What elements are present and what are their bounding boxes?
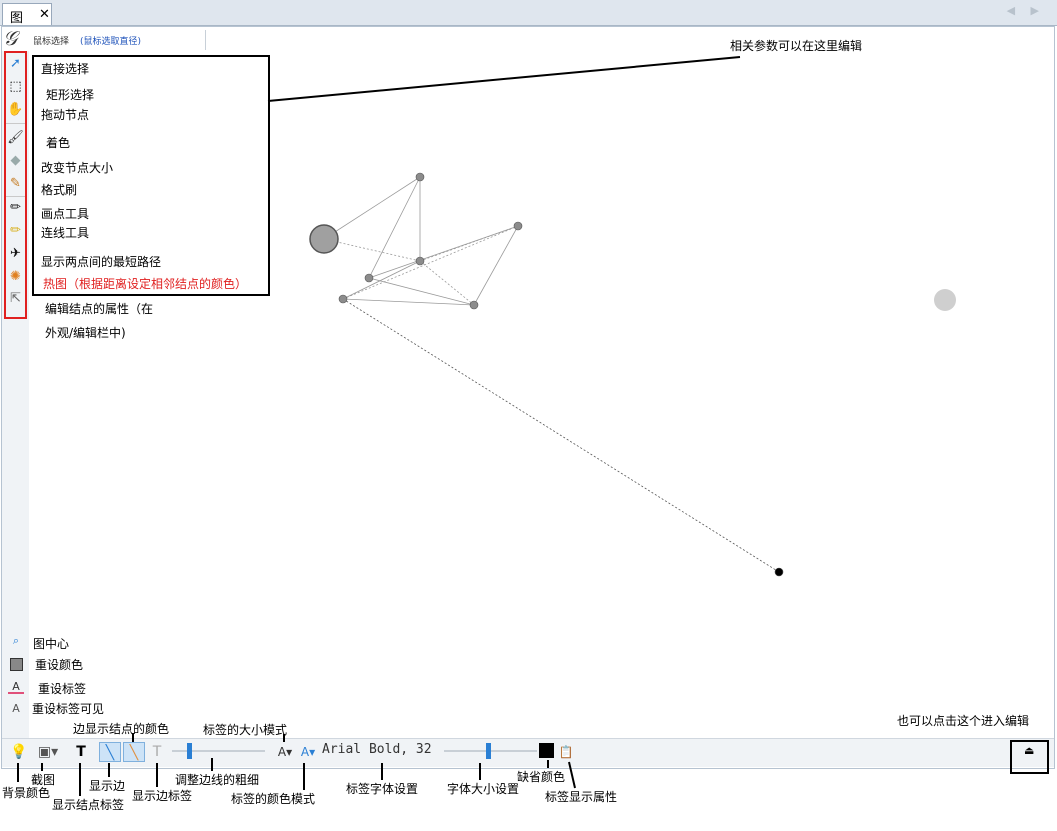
center-graph-icon[interactable]: ⌕: [8, 633, 24, 649]
annot-label-font: 标签字体设置: [346, 782, 419, 796]
graph-edge[interactable]: [323, 238, 421, 262]
annot-drag-node: 拖动节点: [41, 108, 90, 122]
font-size-thumb[interactable]: [486, 743, 491, 759]
reset-color-icon[interactable]: [8, 656, 24, 672]
graph-node-faded[interactable]: [934, 289, 956, 311]
graph-node-dark[interactable]: [774, 567, 784, 577]
annot-screenshot: 截图: [31, 773, 56, 787]
graph-node-large[interactable]: [309, 224, 339, 254]
reset-label-icon[interactable]: A: [8, 679, 24, 694]
graph-edge[interactable]: [342, 225, 519, 300]
graph-node[interactable]: [415, 256, 425, 266]
tab-nav-arrows-icon[interactable]: ◀ ▶: [1007, 4, 1045, 17]
show-node-labels-icon[interactable]: T: [71, 742, 91, 762]
label-font-setting[interactable]: Arial Bold, 32: [322, 742, 432, 757]
reset-label-visible-label: 重设标签可见: [32, 702, 105, 716]
annot-edit-props-2: 外观/编辑栏中): [45, 326, 126, 340]
expand-editor-icon[interactable]: ⏏: [1024, 744, 1034, 757]
show-edge-labels-icon[interactable]: T: [148, 742, 166, 762]
center-graph-label: 图中心: [33, 637, 70, 651]
annot-show-edge-labels: 显示边标签: [132, 789, 193, 803]
mouse-mode-label: 鼠标选择: [33, 37, 70, 47]
screenshot-camera-icon[interactable]: ▣▾: [33, 742, 63, 762]
graph-node[interactable]: [469, 300, 479, 310]
annot-show-edges: 显示边: [89, 779, 126, 793]
annot-paint: 着色: [46, 136, 71, 150]
annot-direct-select: 直接选择: [41, 62, 90, 76]
graph-node[interactable]: [415, 172, 425, 182]
callout-click-to-edit: 也可以点击这个进入编辑: [897, 714, 1030, 728]
graph-node[interactable]: [364, 273, 374, 283]
annot-format-brush: 格式刷: [41, 183, 78, 197]
annot-rect-select: 矩形选择: [46, 88, 95, 102]
annot-edge-node-color: 边显示结点的颜色: [73, 722, 170, 736]
annot-edge-thickness: 调整边线的粗细: [175, 773, 260, 787]
reset-label-visible-icon[interactable]: A: [8, 701, 24, 717]
tab-label: 图: [10, 11, 24, 26]
annot-shortest-path: 显示两点间的最短路径: [41, 255, 162, 269]
callout-params-edit: 相关参数可以在这里编辑: [730, 39, 863, 53]
annot-default-color: 缺省颜色: [517, 770, 566, 784]
close-icon[interactable]: ✕: [39, 7, 50, 22]
tab-graph[interactable]: 图 ✕: [2, 3, 52, 26]
graph-node[interactable]: [338, 294, 348, 304]
graph-node[interactable]: [513, 221, 523, 231]
edge-thickness-thumb[interactable]: [187, 743, 192, 759]
edge-thickness-slider[interactable]: [172, 750, 265, 752]
graph-edge[interactable]: [323, 176, 421, 240]
app-logo-icon: 𝒢: [3, 26, 18, 50]
graph-edge[interactable]: [342, 298, 780, 573]
reset-label-label: 重设标签: [38, 682, 87, 696]
edge-node-color-icon[interactable]: ╲: [123, 742, 145, 762]
annot-label-display-props: 标签显示属性: [545, 790, 618, 804]
toolbar-divider: [205, 30, 206, 50]
mouse-mode-hint: (鼠标选取直径): [80, 37, 142, 47]
annot-edge-tool: 连线工具: [41, 226, 90, 240]
annot-label-color-mode: 标签的颜色模式: [231, 792, 316, 806]
default-color-swatch[interactable]: [539, 743, 554, 758]
tools-highlight-box: [4, 51, 27, 319]
annot-label-size-mode: 标签的大小模式: [203, 723, 288, 737]
show-edges-icon[interactable]: ╲: [99, 742, 121, 762]
background-color-bulb-icon[interactable]: 💡: [10, 742, 28, 762]
annot-heatmap: 热图（根据距离设定相邻结点的颜色）: [43, 277, 248, 291]
reset-color-label: 重设颜色: [35, 658, 84, 672]
label-color-mode-icon[interactable]: A▾: [299, 742, 317, 762]
graph-edge[interactable]: [473, 225, 519, 306]
annot-font-size: 字体大小设置: [447, 782, 520, 796]
annot-edit-props-1: 编辑结点的属性（在: [45, 302, 154, 316]
label-display-props-icon[interactable]: 📋: [557, 742, 575, 762]
tab-strip: [0, 0, 1057, 26]
annot-show-node-labels: 显示结点标签: [52, 798, 125, 812]
label-size-mode-icon[interactable]: A▾: [276, 742, 294, 762]
graph-edge[interactable]: [342, 260, 421, 300]
annot-point-tool: 画点工具: [41, 207, 90, 221]
top-toolbar: [2, 27, 1054, 51]
annot-resize-node: 改变节点大小: [41, 161, 114, 175]
